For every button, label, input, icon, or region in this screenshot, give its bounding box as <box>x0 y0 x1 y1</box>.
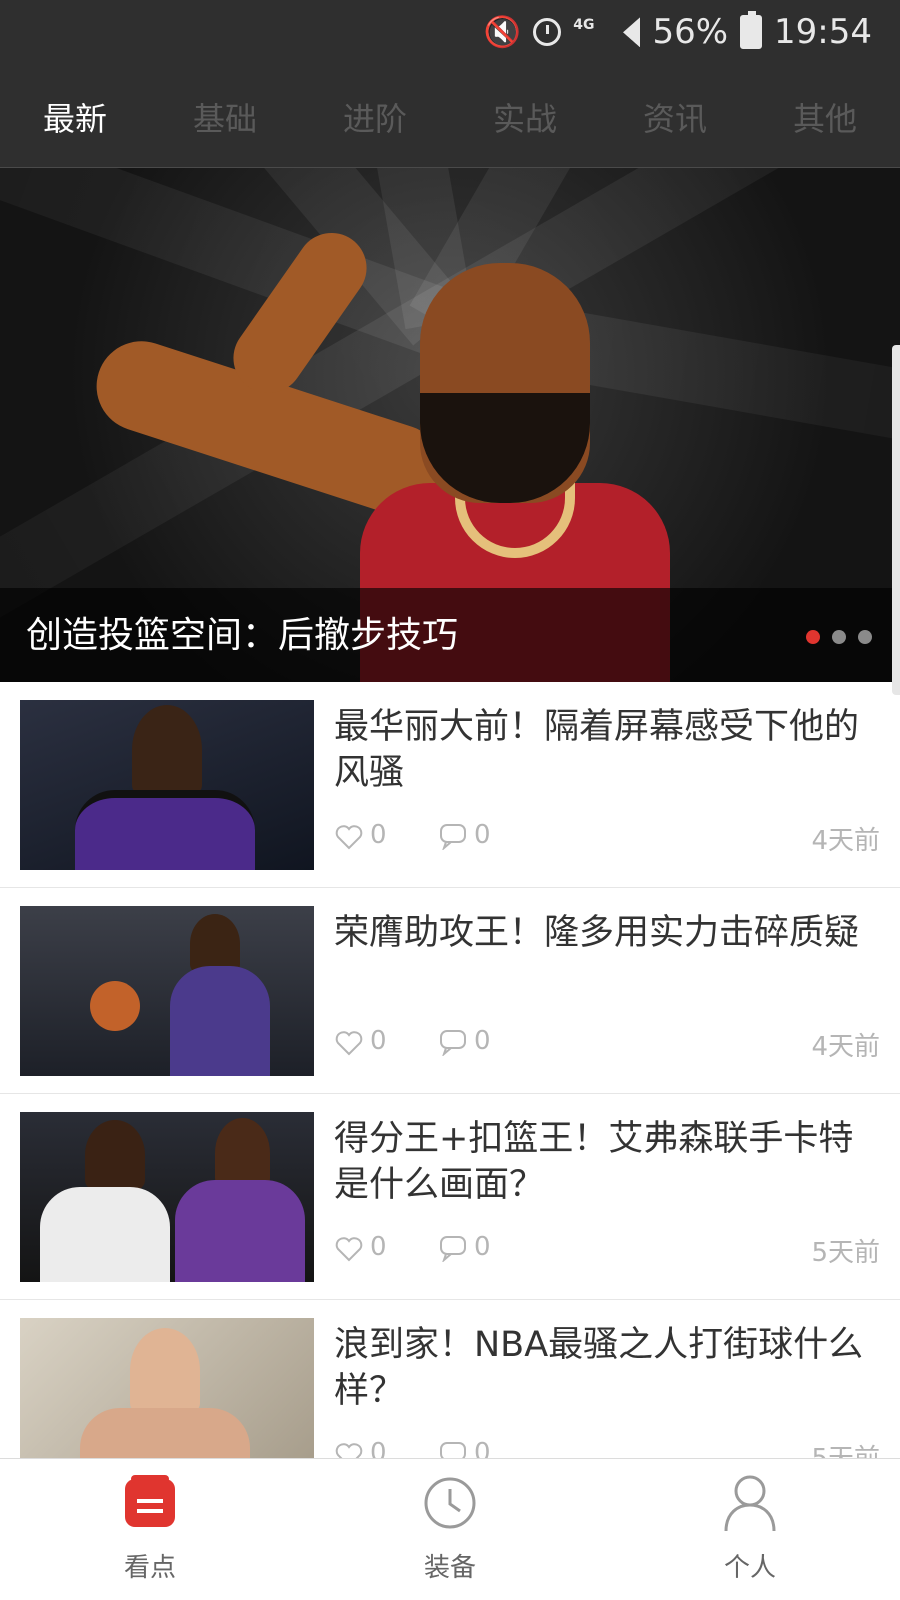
person-icon <box>724 1475 776 1532</box>
heart-icon[interactable] <box>334 1234 364 1264</box>
news-item[interactable]: 最华丽大前！隔着屏幕感受下他的风骚 0 0 4天前 <box>0 682 900 888</box>
news-title[interactable]: 最华丽大前！隔着屏幕感受下他的风骚 <box>334 704 874 796</box>
clock-icon <box>424 1477 476 1529</box>
news-time: 5天前 <box>811 1238 880 1268</box>
tab-latest[interactable]: 最新 <box>0 66 150 167</box>
thumbnail-player <box>215 1118 270 1188</box>
news-thumbnail[interactable] <box>20 1112 314 1282</box>
news-title[interactable]: 得分王+扣篮王！艾弗森联手卡特是什么画面？ <box>334 1116 874 1208</box>
thumbnail-player <box>190 914 240 974</box>
battery-percent: 56% <box>652 12 729 52</box>
comment-count: 0 <box>474 1232 491 1262</box>
banner-carousel[interactable]: 创造投篮空间：后撤步技巧 <box>0 168 900 682</box>
nav-item-highlights[interactable]: 看点 <box>0 1459 300 1600</box>
banner-dot <box>858 630 872 644</box>
news-item[interactable]: 得分王+扣篮王！艾弗森联手卡特是什么画面？ 0 0 5天前 <box>0 1094 900 1300</box>
nav-label: 看点 <box>123 1553 176 1583</box>
news-meta: 0 0 4天前 <box>334 1026 880 1062</box>
comment-icon[interactable] <box>438 1440 468 1458</box>
heart-icon[interactable] <box>334 822 364 852</box>
list-icon <box>125 1475 175 1527</box>
thumbnail-player <box>132 705 202 795</box>
category-tabs: 最新 基础 进阶 实战 资讯 其他 <box>0 66 900 168</box>
banner-dot <box>832 630 846 644</box>
heart-icon[interactable] <box>334 1440 364 1458</box>
clock-time: 19:54 <box>774 12 872 52</box>
signal-icon <box>606 17 641 47</box>
comment-count: 0 <box>474 820 491 850</box>
banner-dot <box>806 630 820 644</box>
thumbnail-jersey <box>175 1180 305 1282</box>
network-type: 4G <box>573 17 595 33</box>
news-meta: 0 0 4天前 <box>334 820 880 856</box>
banner-page-indicator <box>806 630 872 644</box>
news-thumbnail[interactable] <box>20 906 314 1076</box>
thumbnail-player <box>85 1120 145 1190</box>
battery-icon <box>740 11 763 49</box>
news-title[interactable]: 浪到家！NBA最骚之人打街球什么样？ <box>334 1322 874 1414</box>
news-list: 最华丽大前！隔着屏幕感受下他的风骚 0 0 4天前 荣膺助攻王！隆多用实力击碎质… <box>0 682 900 1458</box>
news-title[interactable]: 荣膺助攻王！隆多用实力击碎质疑 <box>334 910 874 956</box>
thumbnail-hands <box>80 1408 250 1458</box>
thumbnail-jersey <box>40 1187 170 1282</box>
news-item[interactable]: 浪到家！NBA最骚之人打街球什么样？ 0 0 5天前 <box>0 1300 900 1458</box>
like-count: 0 <box>370 1232 387 1262</box>
tab-basics[interactable]: 基础 <box>150 66 300 167</box>
heart-icon[interactable] <box>334 1028 364 1058</box>
news-thumbnail[interactable] <box>20 700 314 870</box>
tab-advanced[interactable]: 进阶 <box>300 66 450 167</box>
comment-icon[interactable] <box>438 1028 468 1056</box>
comment-count: 0 <box>474 1438 491 1458</box>
comment-icon[interactable] <box>438 822 468 850</box>
comment-count: 0 <box>474 1026 491 1056</box>
thumbnail-player <box>130 1328 200 1413</box>
nav-label: 装备 <box>423 1553 476 1583</box>
status-bar: 🔇 4G 56% 19:54 <box>0 0 900 66</box>
like-count: 0 <box>370 820 387 850</box>
alarm-icon <box>533 18 562 46</box>
news-meta: 0 0 5天前 <box>334 1232 880 1268</box>
like-count: 0 <box>370 1026 387 1056</box>
comment-icon[interactable] <box>438 1234 468 1262</box>
news-meta: 0 0 5天前 <box>334 1438 880 1458</box>
thumbnail-jersey <box>75 790 255 870</box>
mute-icon: 🔇 <box>483 14 522 50</box>
thumbnail-jersey <box>170 966 270 1076</box>
news-time: 4天前 <box>811 1032 880 1062</box>
nav-item-profile[interactable]: 个人 <box>600 1459 900 1600</box>
news-time: 5天前 <box>811 1438 880 1458</box>
news-item[interactable]: 荣膺助攻王！隆多用实力击碎质疑 0 0 4天前 <box>0 888 900 1094</box>
banner-caption[interactable]: 创造投篮空间：后撤步技巧 <box>26 606 458 658</box>
nav-item-equipment[interactable]: 装备 <box>300 1459 600 1600</box>
news-time: 4天前 <box>811 826 880 856</box>
tab-other[interactable]: 其他 <box>750 66 900 167</box>
news-thumbnail[interactable] <box>20 1318 314 1458</box>
tab-news[interactable]: 资讯 <box>600 66 750 167</box>
bottom-nav: 看点 装备 个人 <box>0 1458 900 1600</box>
status-icons: 🔇 4G 56% 19:54 <box>484 10 872 54</box>
like-count: 0 <box>370 1438 387 1458</box>
nav-label: 个人 <box>723 1553 776 1583</box>
tab-practice[interactable]: 实战 <box>450 66 600 167</box>
thumbnail-basketball <box>90 981 140 1031</box>
edge-panel-handle[interactable] <box>892 345 900 695</box>
